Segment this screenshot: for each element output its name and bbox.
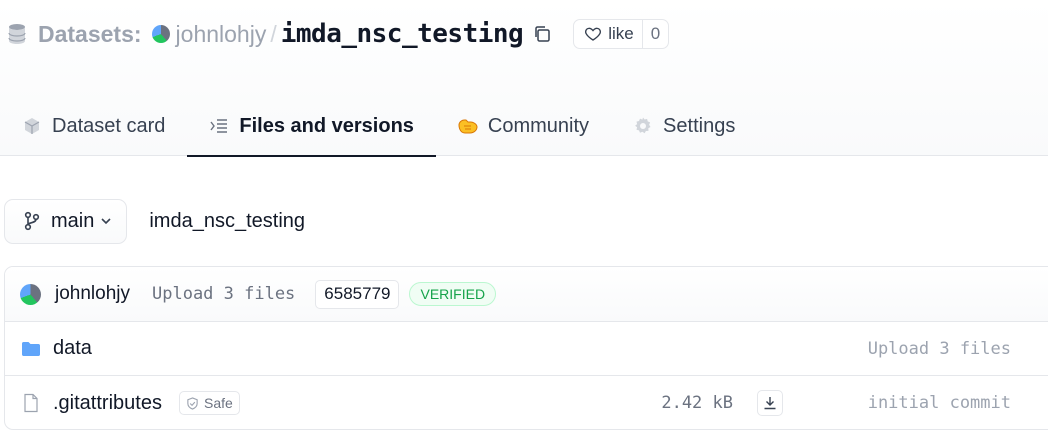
tab-settings[interactable]: Settings — [611, 96, 757, 156]
like-count[interactable]: 0 — [641, 20, 668, 48]
download-icon — [764, 397, 776, 410]
commit-author-avatar — [20, 283, 41, 305]
file-last-commit[interactable]: Upload 3 files — [868, 339, 1011, 359]
file-icon — [24, 393, 38, 413]
copy-icon[interactable] — [533, 25, 551, 43]
section-label[interactable]: Datasets: — [38, 21, 142, 48]
like-label: like — [608, 24, 634, 43]
path-separator: / — [270, 20, 277, 47]
tab-files-and-versions[interactable]: Files and versions — [187, 96, 436, 157]
file-row[interactable]: .gitattributes Safe 2.42 kB initial comm… — [5, 376, 1048, 429]
files-icon — [210, 119, 228, 133]
safe-badge[interactable]: Safe — [179, 391, 240, 415]
repo-tabs: Dataset card Files and versions Communit… — [0, 96, 757, 157]
repo-name-link[interactable]: imda_nsc_testing — [281, 19, 524, 49]
handshake-icon — [458, 119, 478, 134]
heart-icon — [585, 27, 602, 41]
commit-message[interactable]: Upload 3 files — [152, 284, 295, 304]
repo-header: Datasets: johnlohjy / imda_nsc_testing l… — [0, 0, 1048, 157]
owner-avatar — [151, 25, 170, 43]
file-browser: johnlohjy Upload 3 files 6585779 VERIFIE… — [4, 266, 1048, 430]
last-commit-bar: johnlohjy Upload 3 files 6585779 VERIFIE… — [5, 267, 1048, 322]
owner-link[interactable]: johnlohjy — [176, 21, 267, 48]
file-name[interactable]: data — [53, 337, 92, 360]
database-icon — [8, 24, 26, 44]
tab-label: Community — [487, 114, 590, 137]
shield-check-icon — [187, 396, 198, 410]
chevron-down-icon — [101, 218, 111, 225]
file-name[interactable]: .gitattributes — [53, 392, 162, 415]
tab-dataset-card[interactable]: Dataset card — [0, 96, 187, 156]
file-size: 2.42 kB — [661, 393, 733, 413]
cube-icon — [24, 118, 40, 134]
gear-icon — [635, 117, 651, 134]
branch-name: main — [51, 209, 95, 232]
branch-icon — [24, 211, 40, 231]
tab-label: Settings — [663, 114, 736, 137]
like-button[interactable]: like — [574, 20, 642, 48]
like-button-group: like 0 — [573, 19, 670, 49]
folder-icon — [22, 341, 40, 356]
safe-label: Safe — [204, 395, 233, 411]
verified-badge: VERIFIED — [409, 282, 497, 306]
commit-author[interactable]: johnlohjy — [55, 283, 130, 305]
title-row: Datasets: johnlohjy / imda_nsc_testing l… — [8, 16, 670, 52]
branch-row: main imda_nsc_testing — [4, 198, 305, 244]
download-button[interactable] — [757, 390, 783, 416]
file-last-commit[interactable]: initial commit — [868, 393, 1011, 413]
branch-selector[interactable]: main — [4, 198, 128, 244]
tab-label: Files and versions — [239, 114, 414, 137]
commit-hash[interactable]: 6585779 — [315, 279, 400, 309]
tab-community[interactable]: Community — [436, 96, 611, 156]
file-row[interactable]: data Upload 3 files — [5, 322, 1048, 376]
breadcrumb-path[interactable]: imda_nsc_testing — [149, 210, 305, 233]
tab-label: Dataset card — [52, 114, 166, 137]
